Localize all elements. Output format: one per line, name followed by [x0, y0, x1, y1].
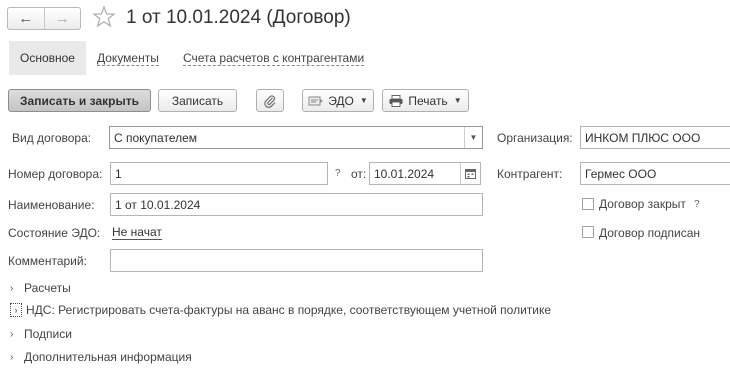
contract-closed-label: Договор закрыт [599, 197, 686, 211]
edo-state-label: Состояние ЭДО: [8, 226, 101, 240]
date-label: от: [351, 167, 367, 181]
organization-label: Организация: [497, 131, 573, 145]
arrow-right-icon: → [54, 10, 70, 27]
chevron-right-icon: › [10, 303, 22, 317]
group-settlements-label: Расчеты [24, 281, 71, 295]
help-icon[interactable]: ? [335, 168, 341, 179]
chevron-down-icon[interactable]: ▼ [464, 127, 482, 148]
contract-signed-label: Договор подписан [599, 226, 701, 240]
counterparty-label: Контрагент: [497, 167, 563, 181]
contract-number-label: Номер договора: [8, 167, 103, 181]
edo-state-link[interactable]: Не начат [112, 226, 162, 240]
counterparty-field[interactable]: Гермес ООО [580, 162, 730, 185]
group-vat[interactable]: › НДС: Регистрировать счета-фактуры на а… [10, 303, 551, 317]
favorite-star-icon[interactable] [92, 5, 116, 29]
contract-type-select[interactable]: С покупателем ▼ [109, 126, 483, 149]
contract-type-label: Вид договора: [12, 131, 92, 145]
group-additional-info[interactable]: › Дополнительная информация [10, 350, 192, 364]
forward-button[interactable]: → [43, 8, 81, 29]
chevron-right-icon: › [10, 351, 14, 363]
contract-type-value: С покупателем [114, 130, 198, 145]
date-input[interactable]: 10.01.2024 [369, 162, 481, 185]
chevron-down-icon: ▼ [359, 96, 368, 105]
organization-value: ИНКОМ ПЛЮС ООО [585, 130, 701, 145]
group-vat-label: НДС: Регистрировать счета-фактуры на ава… [26, 303, 552, 317]
comment-input[interactable] [110, 249, 483, 272]
tab-main-label: Основное [20, 51, 75, 65]
date-value: 10.01.2024 [374, 166, 435, 181]
group-settlements[interactable]: › Расчеты [10, 281, 71, 295]
group-signatures-label: Подписи [24, 327, 72, 341]
back-button[interactable]: ← [8, 8, 44, 29]
save-and-close-button[interactable]: Записать и закрыть [8, 89, 151, 112]
printer-icon [389, 94, 403, 107]
organization-field[interactable]: ИНКОМ ПЛЮС ООО [580, 126, 730, 149]
navigation-buttons: ← → [7, 7, 81, 30]
edo-icon [308, 96, 324, 105]
tab-main[interactable]: Основное [9, 41, 86, 75]
contract-number-value: 1 [115, 166, 122, 181]
paperclip-icon [264, 94, 276, 108]
comment-label: Комментарий: [8, 254, 87, 268]
attach-button[interactable] [256, 89, 284, 112]
page-title: 1 от 10.01.2024 (Договор) [126, 7, 351, 28]
group-signatures[interactable]: › Подписи [10, 327, 72, 341]
print-label: Печать [408, 93, 448, 108]
tab-settlement-accounts[interactable]: Счета расчетов с контрагентами [183, 52, 365, 66]
edo-label: ЭДО [328, 93, 354, 108]
contract-closed-checkbox[interactable] [582, 198, 594, 210]
name-value: 1 от 10.01.2024 [115, 197, 201, 212]
contract-number-input[interactable]: 1 [110, 162, 328, 185]
save-button[interactable]: Записать [158, 89, 237, 112]
name-input[interactable]: 1 от 10.01.2024 [110, 193, 483, 216]
counterparty-value: Гермес ООО [585, 166, 657, 181]
arrow-left-icon: ← [18, 10, 34, 27]
name-label: Наименование: [8, 198, 95, 212]
contract-signed-checkbox[interactable] [582, 226, 594, 238]
edo-menu-button[interactable]: ЭДО ▼ [302, 89, 374, 112]
group-additional-info-label: Дополнительная информация [24, 350, 192, 364]
print-menu-button[interactable]: Печать ▼ [382, 89, 469, 112]
help-icon[interactable]: ? [694, 199, 700, 210]
chevron-down-icon: ▼ [453, 96, 462, 105]
calendar-icon[interactable] [460, 163, 480, 184]
tab-documents[interactable]: Документы [97, 52, 159, 66]
chevron-right-icon: › [10, 328, 14, 340]
chevron-right-icon: › [10, 282, 14, 294]
